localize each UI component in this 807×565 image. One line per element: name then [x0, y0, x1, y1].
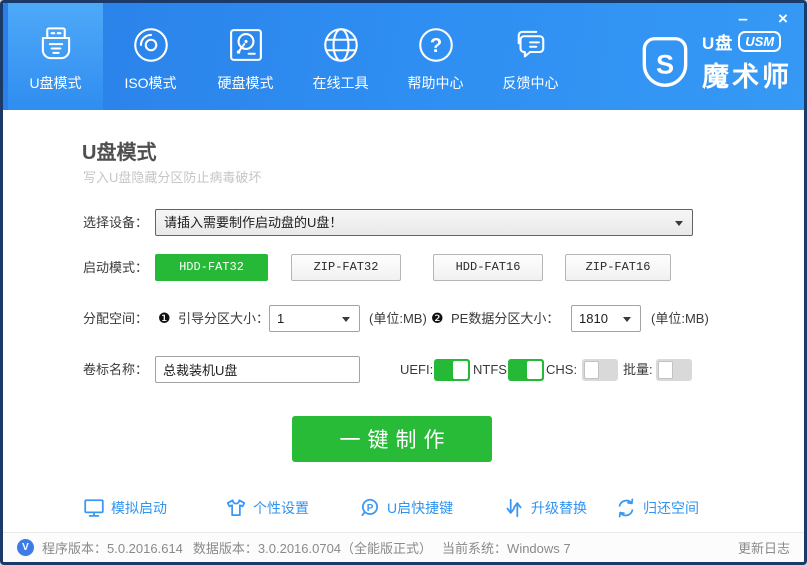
allocation-label: 分配空间：	[83, 305, 148, 332]
window-controls: – ×	[732, 9, 794, 29]
app-window: U盘模式 ISO模式	[0, 0, 807, 565]
svg-text:?: ?	[429, 35, 441, 57]
tab-hdd-mode[interactable]: 硬盘模式	[198, 3, 293, 110]
bullet-2-icon: ❷	[431, 305, 444, 332]
restore-icon	[615, 497, 637, 519]
boot-mode-hdd-fat32-button[interactable]: HDD-FAT32	[155, 254, 268, 281]
boot-partition-size-select[interactable]: 1	[269, 305, 360, 332]
batch-toggle-label: 批量:	[623, 356, 653, 383]
version-icon: V	[17, 539, 34, 556]
svg-text:S: S	[656, 48, 674, 79]
tab-help-center[interactable]: ? 帮助中心	[388, 3, 483, 110]
tab-feedback-center[interactable]: 反馈中心	[483, 3, 578, 110]
device-label: 选择设备：	[83, 209, 148, 236]
usm-logo-icon: S	[634, 31, 696, 93]
minimize-button[interactable]: –	[732, 9, 754, 29]
svg-text:P: P	[367, 503, 374, 514]
page-title: U盘模式	[82, 136, 156, 165]
program-version: 程序版本：5.0.2016.614	[42, 538, 183, 557]
app-logo: S U盘 USM 魔术师	[634, 29, 792, 94]
current-system: 当前系统：Windows 7	[442, 538, 571, 557]
toggle-knob	[527, 361, 542, 379]
tab-label: 帮助中心	[408, 73, 464, 93]
usb-hotkey-link[interactable]: P U启快捷键	[359, 496, 453, 520]
footer-link-label: 归还空间	[643, 498, 699, 518]
boot-partition-unit: (单位:MB)	[369, 305, 427, 332]
hotkey-icon: P	[359, 497, 381, 519]
footer-link-label: U启快捷键	[387, 498, 453, 518]
uefi-toggle[interactable]	[434, 359, 470, 381]
globe-icon	[320, 24, 362, 66]
tab-label: 反馈中心	[503, 73, 559, 93]
device-select-value: 请插入需要制作启动盘的U盘！	[164, 215, 342, 230]
iso-disc-icon	[130, 24, 172, 66]
tshirt-icon	[225, 497, 247, 519]
toggle-knob	[584, 361, 599, 379]
device-select[interactable]: 请插入需要制作启动盘的U盘！	[155, 209, 693, 236]
pe-partition-label: PE数据分区大小：	[451, 305, 559, 332]
usb-drive-icon	[35, 24, 77, 66]
pe-partition-unit: (单位:MB)	[651, 305, 709, 332]
boot-mode-hdd-fat16-button[interactable]: HDD-FAT16	[433, 254, 543, 281]
tab-online-tools[interactable]: 在线工具	[293, 3, 388, 110]
ntfs-toggle[interactable]	[508, 359, 544, 381]
footer-link-label: 模拟启动	[111, 498, 167, 518]
page-subtitle: 写入U盘隐藏分区防止病毒破坏	[83, 167, 261, 186]
nav-tabs: U盘模式 ISO模式	[8, 3, 578, 110]
boot-mode-zip-fat16-button[interactable]: ZIP-FAT16	[565, 254, 671, 281]
volume-label: 卷标名称：	[83, 356, 148, 383]
tab-label: U盘模式	[29, 73, 81, 93]
boot-partition-label: 引导分区大小：	[178, 305, 269, 332]
dropdown-caret-icon	[675, 221, 683, 226]
logo-name: U盘	[702, 29, 733, 54]
feedback-icon	[510, 24, 552, 66]
monitor-icon	[83, 497, 105, 519]
hard-disk-icon	[225, 24, 267, 66]
volume-name-input[interactable]	[155, 356, 360, 383]
dropdown-caret-icon	[623, 317, 631, 322]
data-version: 数据版本：3.0.2016.0704（全能版正式）	[193, 538, 432, 557]
toggle-knob	[453, 361, 468, 379]
upgrade-icon	[503, 497, 525, 519]
logo-badge: USM	[738, 31, 781, 52]
status-bar: V 程序版本：5.0.2016.614 数据版本：3.0.2016.0704（全…	[3, 532, 804, 562]
one-click-make-button[interactable]: 一键制作	[292, 416, 492, 462]
boot-mode-label: 启动模式：	[83, 254, 148, 281]
help-icon: ?	[415, 24, 457, 66]
logo-subname: 魔术师	[702, 55, 792, 94]
bullet-1-icon: ❶	[158, 305, 171, 332]
restore-space-link[interactable]: 归还空间	[615, 496, 699, 520]
tab-label: 在线工具	[313, 73, 369, 93]
tab-label: 硬盘模式	[218, 73, 274, 93]
personal-settings-link[interactable]: 个性设置	[225, 496, 309, 520]
changelog-link[interactable]: 更新日志	[738, 538, 790, 557]
footer-link-label: 升级替换	[531, 498, 587, 518]
upgrade-replace-link[interactable]: 升级替换	[503, 496, 587, 520]
tab-label: ISO模式	[124, 73, 176, 93]
simulate-boot-link[interactable]: 模拟启动	[83, 496, 167, 520]
close-button[interactable]: ×	[772, 9, 794, 29]
batch-toggle[interactable]	[656, 359, 692, 381]
chs-toggle-label: CHS:	[546, 356, 577, 383]
boot-mode-zip-fat32-button[interactable]: ZIP-FAT32	[291, 254, 401, 281]
dropdown-caret-icon	[342, 317, 350, 322]
toggle-knob	[658, 361, 673, 379]
header: U盘模式 ISO模式	[3, 3, 804, 110]
tab-iso-mode[interactable]: ISO模式	[103, 3, 198, 110]
ntfs-toggle-label: NTFS:	[473, 356, 511, 383]
tab-usb-mode[interactable]: U盘模式	[8, 3, 103, 110]
main-content: U盘模式 写入U盘隐藏分区防止病毒破坏 选择设备： 请插入需要制作启动盘的U盘！…	[3, 110, 804, 532]
pe-partition-size-select[interactable]: 1810	[571, 305, 641, 332]
uefi-toggle-label: UEFI:	[400, 356, 433, 383]
chs-toggle[interactable]	[582, 359, 618, 381]
footer-link-label: 个性设置	[253, 498, 309, 518]
